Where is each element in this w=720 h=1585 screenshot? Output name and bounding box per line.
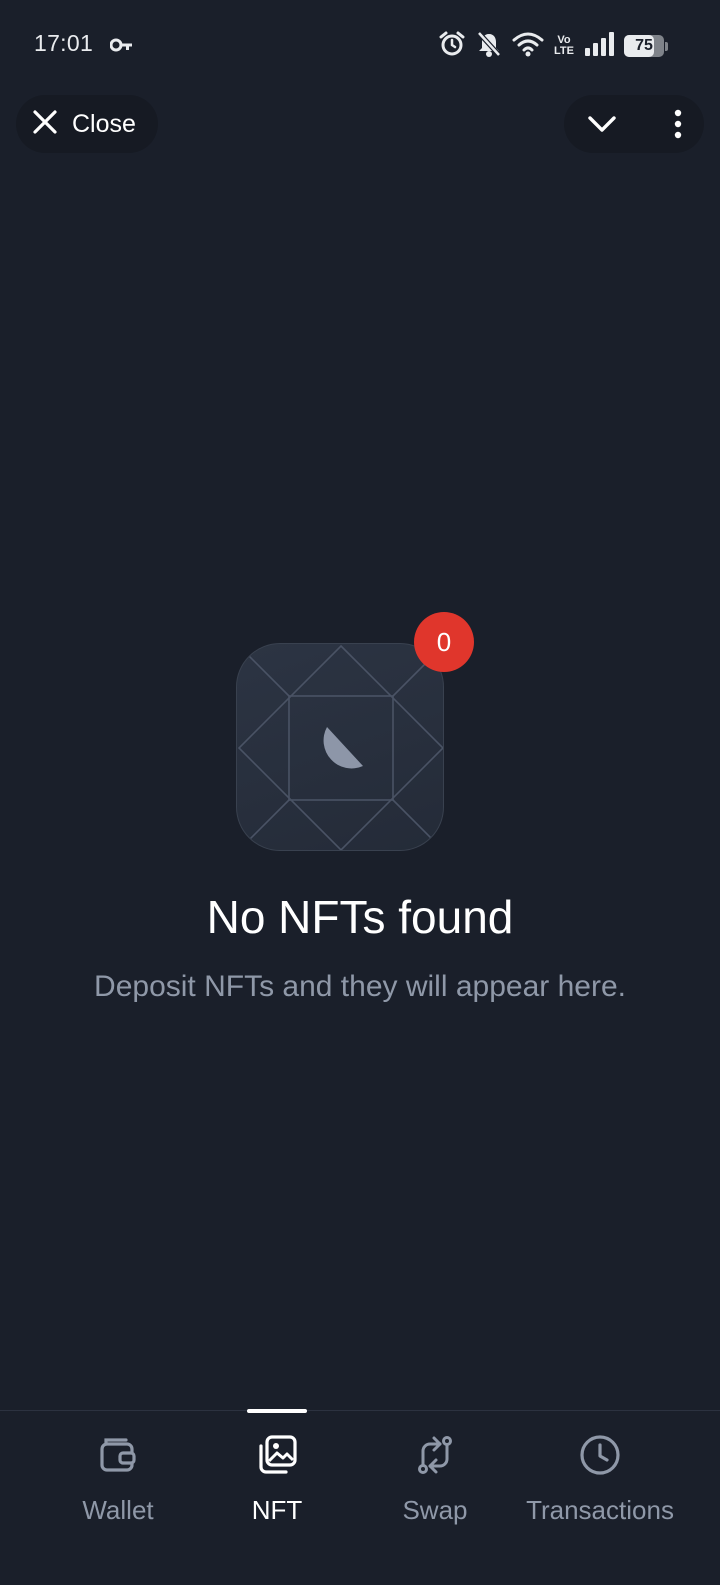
status-bar: 17:01 Vo LTE 75 [0,0,720,92]
nav-item-nft[interactable]: NFT [197,1411,357,1551]
empty-state-title: No NFTs found [206,891,514,943]
battery-level: 75 [635,37,653,54]
wifi-icon [512,31,544,62]
nav-item-wallet[interactable]: Wallet [38,1411,198,1551]
alarm-icon [438,30,466,63]
nav-label-transactions: Transactions [526,1495,674,1525]
nav-item-swap[interactable]: Swap [355,1411,515,1551]
chevron-down-icon[interactable] [588,115,616,133]
nav-label-nft: NFT [251,1495,303,1525]
close-label: Close [72,109,136,138]
nft-gallery-icon [256,1433,298,1477]
close-icon [32,109,58,140]
volte-bottom: LTE [554,45,574,57]
more-vertical-icon[interactable] [674,109,682,139]
nft-placeholder-icon [236,643,444,851]
empty-state-illustration: 0 [236,612,474,851]
bottom-navigation: Wallet NFT Swap Transactions [0,1409,720,1585]
status-time: 17:01 [34,30,94,56]
close-button[interactable]: Close [16,95,158,153]
key-icon [109,37,134,58]
nav-label-wallet: Wallet [82,1495,154,1525]
app-screen: 17:01 Vo LTE 75 Close 0 No NFTs found De… [0,0,720,1585]
bell-off-icon [476,30,502,63]
nav-label-swap: Swap [402,1495,468,1525]
battery-icon: 75 [624,35,664,57]
clock-icon [579,1433,621,1477]
status-icons: Vo LTE 75 [438,30,668,62]
signal-icon [584,31,614,61]
header-actions [564,95,704,153]
battery-tip [665,41,668,51]
empty-state-subtitle: Deposit NFTs and they will appear here. [94,970,626,1003]
wallet-icon [98,1433,138,1477]
nav-item-transactions[interactable]: Transactions [505,1411,695,1551]
volte-indicator: Vo LTE [554,35,574,57]
nft-count-badge: 0 [414,612,474,672]
swap-icon [414,1433,456,1477]
